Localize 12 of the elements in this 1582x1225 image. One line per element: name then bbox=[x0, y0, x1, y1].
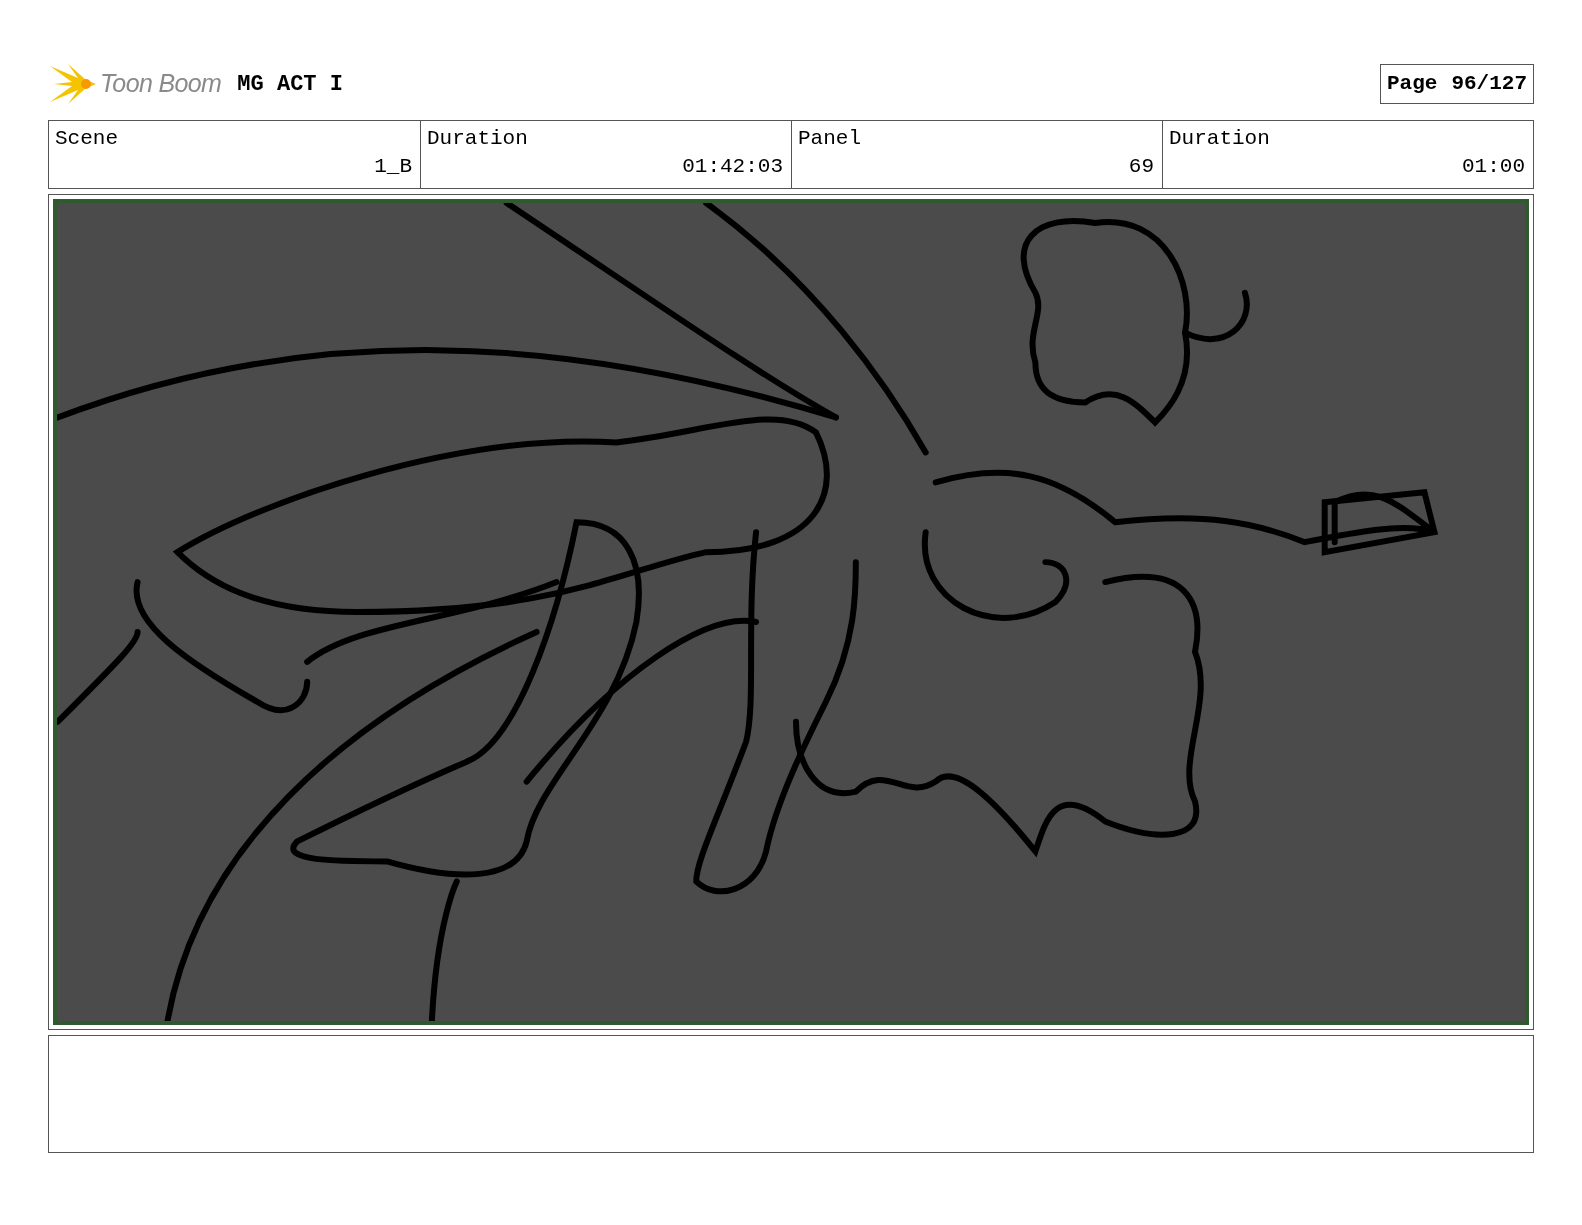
page-number: 96/127 bbox=[1451, 71, 1527, 98]
table-cell-text: 01:00 bbox=[1461, 154, 1525, 180]
page-label: Page bbox=[1386, 71, 1438, 98]
logo-text: Toon Boom bbox=[100, 68, 222, 100]
project-title: MG ACT I bbox=[237, 70, 343, 99]
column-heading: Duration bbox=[427, 126, 529, 152]
table-cell-text: 01:42:03 bbox=[681, 154, 783, 180]
column-heading: Panel bbox=[798, 126, 862, 152]
column-heading: Duration bbox=[1169, 126, 1271, 152]
table-cell-text: 69 bbox=[1127, 154, 1154, 180]
column-heading: Scene bbox=[55, 126, 119, 152]
table-cell-text: 1_B bbox=[373, 154, 412, 180]
